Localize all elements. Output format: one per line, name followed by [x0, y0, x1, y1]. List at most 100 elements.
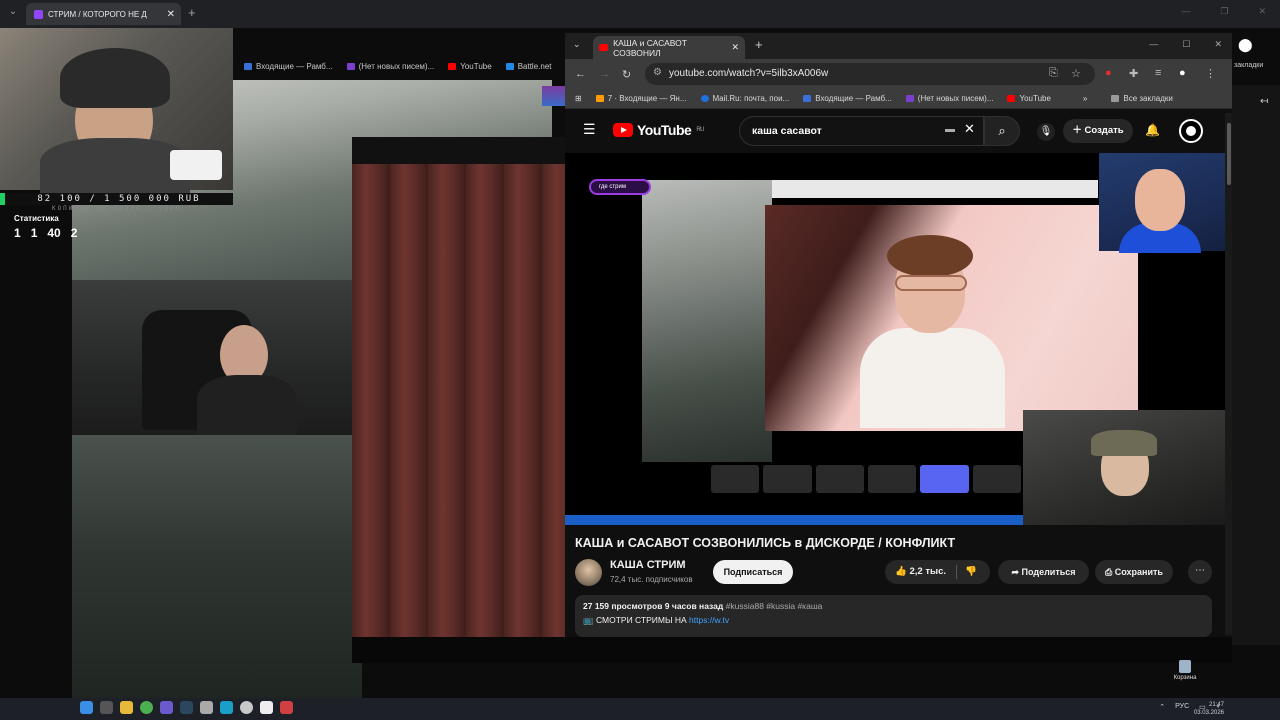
subscribe-button[interactable]: Подписаться — [713, 560, 793, 584]
sidebar-toggle-icon[interactable]: ↤ — [1260, 96, 1268, 107]
close-window-icon[interactable]: ✕ — [1214, 39, 1222, 50]
profile-icon[interactable]: ⬤ — [1238, 37, 1253, 53]
share-button[interactable]: ➦ Поделиться — [998, 560, 1089, 584]
back-bookmark[interactable]: (Нет новых писем)... — [346, 62, 434, 71]
url-bar[interactable]: youtube.com/watch?v=5ilb3xA006w — [645, 63, 1095, 85]
site-info-icon[interactable]: ⚙ — [653, 67, 662, 78]
stat-value: 40 — [47, 226, 61, 240]
description-text: СМОТРИ СТРИМЫ НА — [595, 615, 687, 625]
like-button[interactable]: 👍 2,2 тыс. — [895, 560, 946, 584]
more-bookmarks-icon[interactable]: » — [1083, 94, 1087, 103]
app-icon[interactable] — [200, 701, 213, 714]
all-bookmarks[interactable]: Все закладки — [1111, 94, 1173, 103]
channel-subscribers: 72,4 тыс. подписчиков — [610, 575, 693, 584]
microphone-icon[interactable]: 🎙 — [1037, 123, 1055, 141]
cast-icon[interactable]: ⎘ — [1049, 67, 1058, 80]
chevron-up-icon[interactable]: ⌃ — [1159, 703, 1165, 711]
close-icon[interactable]: ✕ — [167, 9, 175, 20]
donation-goal: 82 100 / 1 500 000 RUB — [0, 193, 233, 205]
dislike-button[interactable]: 👎 — [965, 560, 977, 584]
minimize-icon[interactable]: — — [1181, 6, 1190, 17]
save-button[interactable]: ⎙ Сохранить — [1095, 560, 1173, 584]
bookmark-item[interactable]: Входящие — Рамб... — [803, 94, 892, 103]
donation-subtitle: КОПИЛКА НА НОВУЮ СТУДИЮ — [51, 205, 182, 212]
create-button[interactable]: ＋ Создать — [1063, 119, 1133, 143]
channel-avatar[interactable] — [575, 559, 602, 586]
apps-icon[interactable]: ⊞ — [575, 94, 582, 103]
keyboard-icon[interactable]: ▬ — [945, 124, 955, 135]
window-controls: — ☐ ✕ — [1149, 39, 1222, 50]
close-window-icon[interactable]: ✕ — [1258, 6, 1266, 17]
new-tab-button[interactable]: + — [755, 37, 763, 52]
profile-icon[interactable]: ● — [1179, 67, 1186, 79]
back-browser-tab[interactable]: СТРИМ / КОТОРОГО НЕ Д ✕ — [26, 3, 181, 25]
video-thumbnail-strip — [711, 465, 1021, 493]
start-icon[interactable] — [80, 701, 93, 714]
maximize-icon[interactable]: ❐ — [1220, 6, 1228, 17]
youtube-play-icon — [613, 123, 633, 137]
hamburger-menu-icon[interactable]: ☰ — [583, 121, 596, 138]
window-controls: — ❐ ✕ — [1181, 6, 1266, 17]
description-box[interactable]: 27 159 просмотров 9 часов назад #kussia8… — [575, 595, 1212, 637]
app-icon[interactable] — [280, 701, 293, 714]
back-bookmarks-bar: Входящие — Рамб... (Нет новых писем)... … — [232, 56, 572, 76]
reload-icon[interactable]: ↻ — [622, 68, 631, 81]
tv-icon: 📺 — [583, 615, 594, 625]
dark-strip — [352, 637, 1232, 663]
thumbs-up-icon: 👍 — [895, 566, 907, 577]
recycle-bin[interactable]: Корзина — [1172, 660, 1198, 681]
back-bookmark[interactable]: Battle.net — [505, 62, 552, 71]
steam-icon[interactable] — [180, 701, 193, 714]
bookmark-item[interactable]: Mail.Ru: почта, пои... — [700, 94, 789, 103]
page-scrollbar[interactable] — [1225, 113, 1232, 635]
new-tab-button[interactable]: + — [188, 5, 196, 20]
app-icon[interactable] — [260, 701, 273, 714]
back-icon[interactable]: ← — [575, 68, 586, 80]
more-actions-icon[interactable]: ⋯ — [1188, 560, 1212, 584]
share-icon: ➦ — [1011, 567, 1019, 577]
app-icon[interactable] — [240, 701, 253, 714]
back-bookmark[interactable]: Входящие — Рамб... — [244, 62, 333, 71]
back-bookmark[interactable]: YouTube — [448, 62, 492, 71]
video-player[interactable]: где стрим — [565, 153, 1226, 525]
search-icon[interactable]: ⌕ — [984, 116, 1020, 146]
star-icon[interactable]: ☆ — [1071, 67, 1081, 80]
front-browser-window: ⌄ КАША и САСАВОТ СОЗВОНИЛ ✕ + — ☐ ✕ ← → ↻ … — [565, 33, 1232, 637]
description-link[interactable]: https://w.tv — [689, 615, 729, 625]
desktop-wallpaper-forest — [72, 435, 362, 700]
clock[interactable]: 21:47 03.03.2026 — [1194, 701, 1224, 717]
stat-value: 1 — [14, 226, 21, 240]
extension-red-icon[interactable]: ● — [1105, 67, 1112, 79]
maximize-icon[interactable]: ☐ — [1182, 39, 1190, 50]
video-webcam-topright — [1099, 153, 1226, 253]
bookmarks-bar: ⊞ 7 · Входящие — Ян... Mail.Ru: почта, п… — [565, 89, 1232, 109]
chrome-icon[interactable] — [140, 701, 153, 714]
tab-list-icon[interactable]: ⌄ — [6, 6, 20, 20]
back-browser-right: ⬤ закладки ↤ — [1232, 33, 1280, 107]
bookmark-item[interactable]: 7 · Входящие — Ян... — [595, 94, 687, 103]
youtube-logo[interactable]: YouTube RU — [613, 122, 704, 138]
view-count: 27 159 просмотров — [583, 601, 663, 611]
minimize-icon[interactable]: — — [1149, 39, 1158, 50]
bell-icon[interactable]: 🔔 — [1145, 123, 1160, 137]
bookmark-item[interactable]: (Нет новых писем)... — [905, 94, 993, 103]
language-indicator[interactable]: РУС — [1175, 703, 1189, 711]
winrar-icon — [542, 86, 566, 106]
account-avatar[interactable] — [1179, 119, 1203, 143]
video-overlay-pill: где стрим — [589, 179, 651, 195]
close-icon[interactable]: ✕ — [731, 42, 739, 53]
extensions-icon[interactable]: ✚ — [1129, 67, 1138, 80]
app-icon[interactable] — [160, 701, 173, 714]
stats-title: Статистика — [14, 214, 59, 223]
media-icon[interactable]: ≡ — [1155, 67, 1161, 79]
channel-name[interactable]: КАША СТРИМ — [610, 559, 686, 571]
app-icon[interactable] — [220, 701, 233, 714]
explorer-icon[interactable] — [120, 701, 133, 714]
front-tab[interactable]: КАША и САСАВОТ СОЗВОНИЛ ✕ — [593, 36, 745, 59]
bookmark-item[interactable]: YouTube — [1007, 94, 1051, 103]
menu-icon[interactable]: ⋮ — [1205, 67, 1216, 80]
clear-search-icon[interactable]: ✕ — [964, 121, 975, 137]
tab-list-icon[interactable]: ⌄ — [573, 39, 581, 50]
forward-icon[interactable]: → — [599, 68, 610, 80]
search-icon[interactable] — [100, 701, 113, 714]
